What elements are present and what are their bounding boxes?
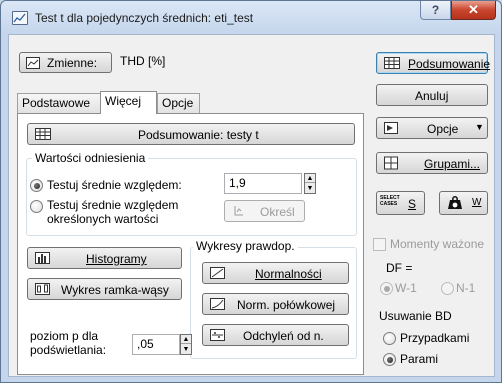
- dialog-client-area: Zmienne: THD [%] Podstawowe Więcej Opcje…: [8, 34, 495, 377]
- reference-value-input[interactable]: 1,9: [224, 173, 302, 194]
- variables-button[interactable]: Zmienne:: [19, 52, 112, 73]
- deviation-plot-icon: [210, 329, 225, 341]
- select-cases-label: S: [408, 197, 417, 211]
- p-spin-down-icon[interactable]: ▼: [181, 345, 191, 354]
- weight-label: W: [472, 197, 482, 208]
- reference-value-spinner[interactable]: ▲ ▼: [304, 173, 316, 194]
- summary-t-tests-label: Podsumowanie: testy t: [138, 128, 259, 142]
- probability-plots-title: Wykresy prawdop.: [193, 239, 298, 253]
- p-level-spinner[interactable]: ▲ ▼: [180, 334, 192, 355]
- options-button[interactable]: Opcje ▼: [376, 117, 488, 139]
- p-level-label-line2: podświetlania:: [30, 343, 107, 357]
- by-group-button[interactable]: Grupami...: [376, 152, 488, 174]
- dialog-window: Test t dla pojedynczych średnich: eti_te…: [0, 0, 502, 383]
- df-w1-label: W-1: [395, 281, 417, 295]
- half-normal-plot-label: Norm. połówkowej: [237, 298, 336, 312]
- test-against-value-radio[interactable]: [30, 179, 43, 192]
- missing-data-title: Usuwanie BD: [379, 309, 452, 323]
- by-group-label: Grupami...: [424, 157, 481, 171]
- summary-table-icon: [384, 57, 400, 69]
- spin-down-icon[interactable]: ▼: [305, 184, 315, 193]
- variables-button-label: Zmienne:: [47, 56, 98, 70]
- weighted-moments-label: Momenty ważone: [390, 237, 485, 251]
- boxplot-button[interactable]: Wykres ramka-wąsy: [27, 278, 182, 300]
- df-w1-radio[interactable]: [380, 282, 393, 295]
- tab-more[interactable]: Więcej: [100, 91, 157, 114]
- tab-basic[interactable]: Podstawowe: [17, 93, 101, 113]
- window-title: Test t dla pojedynczych średnich: eti_te…: [35, 11, 254, 25]
- options-button-label: Opcje: [427, 122, 459, 136]
- histogram-icon: [35, 252, 50, 264]
- tab-options[interactable]: Opcje: [157, 93, 200, 113]
- test-against-specified-label-line1: Testuj średnie względem: [47, 198, 179, 212]
- p-level-label-line1: poziom p dla: [30, 329, 99, 343]
- variables-value: THD [%]: [120, 54, 166, 68]
- weight-button[interactable]: W: [439, 191, 488, 215]
- specify-icon: [234, 206, 243, 216]
- summary-button-label: Podsumowanie: [408, 57, 491, 71]
- df-n1-label: N-1: [456, 281, 476, 295]
- deviation-plot-button[interactable]: Odchyleń od n.: [202, 324, 349, 346]
- spin-up-icon[interactable]: ▲: [305, 174, 315, 183]
- pairwise-label: Parami: [400, 352, 439, 366]
- pairwise-radio[interactable]: [383, 353, 396, 366]
- options-dropdown-icon: ▼: [475, 122, 484, 132]
- boxplot-label: Wykres ramka-wąsy: [61, 283, 169, 297]
- reference-values-title: Wartości odniesienia: [32, 151, 149, 165]
- title-bar[interactable]: Test t dla pojedynczych średnich: eti_te…: [1, 1, 501, 34]
- tab-panel-more: Podsumowanie: testy t Wartości odniesien…: [17, 113, 364, 375]
- summary-t-tests-button[interactable]: Podsumowanie: testy t: [27, 123, 355, 145]
- close-button[interactable]: ✕: [451, 1, 496, 20]
- options-icon: [384, 122, 398, 134]
- test-against-specified-label-line2: określonych wartości: [47, 212, 159, 226]
- df-label: DF =: [386, 261, 413, 275]
- half-normal-plot-icon: [210, 298, 225, 310]
- histograms-label: Histogramy: [86, 252, 147, 266]
- app-icon: [12, 11, 28, 25]
- normal-plot-label: Normalności: [255, 267, 322, 281]
- by-group-icon: [384, 156, 398, 170]
- table-icon: [35, 128, 51, 140]
- normal-plot-icon: [210, 267, 225, 279]
- summary-button[interactable]: Podsumowanie: [376, 52, 491, 74]
- specify-button-label: Określ: [260, 205, 295, 219]
- weight-icon: [448, 196, 462, 209]
- specify-button[interactable]: Określ: [224, 200, 305, 222]
- select-cases-button[interactable]: SELECT CASES S: [376, 191, 425, 215]
- boxplot-icon: [35, 283, 50, 295]
- cancel-button[interactable]: Anuluj: [376, 84, 488, 106]
- normal-plot-button[interactable]: Normalności: [202, 262, 349, 284]
- test-against-specified-radio[interactable]: [30, 200, 43, 213]
- casewise-radio[interactable]: [383, 332, 396, 345]
- p-spin-up-icon[interactable]: ▲: [181, 335, 191, 344]
- p-level-input[interactable]: ,05: [132, 334, 180, 355]
- casewise-label: Przypadkami: [400, 331, 470, 345]
- df-n1-radio[interactable]: [441, 282, 454, 295]
- deviation-plot-label: Odchyleń od n.: [243, 329, 324, 343]
- help-button[interactable]: ?: [420, 1, 451, 20]
- half-normal-plot-button[interactable]: Norm. połówkowej: [202, 293, 349, 315]
- histograms-button[interactable]: Histogramy: [27, 247, 182, 269]
- weighted-moments-checkbox[interactable]: [373, 238, 386, 251]
- select-cases-icon: SELECT CASES: [380, 195, 400, 207]
- cancel-button-label: Anuluj: [415, 89, 449, 103]
- variables-icon: [26, 56, 40, 69]
- test-against-value-label: Testuj średnie względem:: [47, 178, 182, 192]
